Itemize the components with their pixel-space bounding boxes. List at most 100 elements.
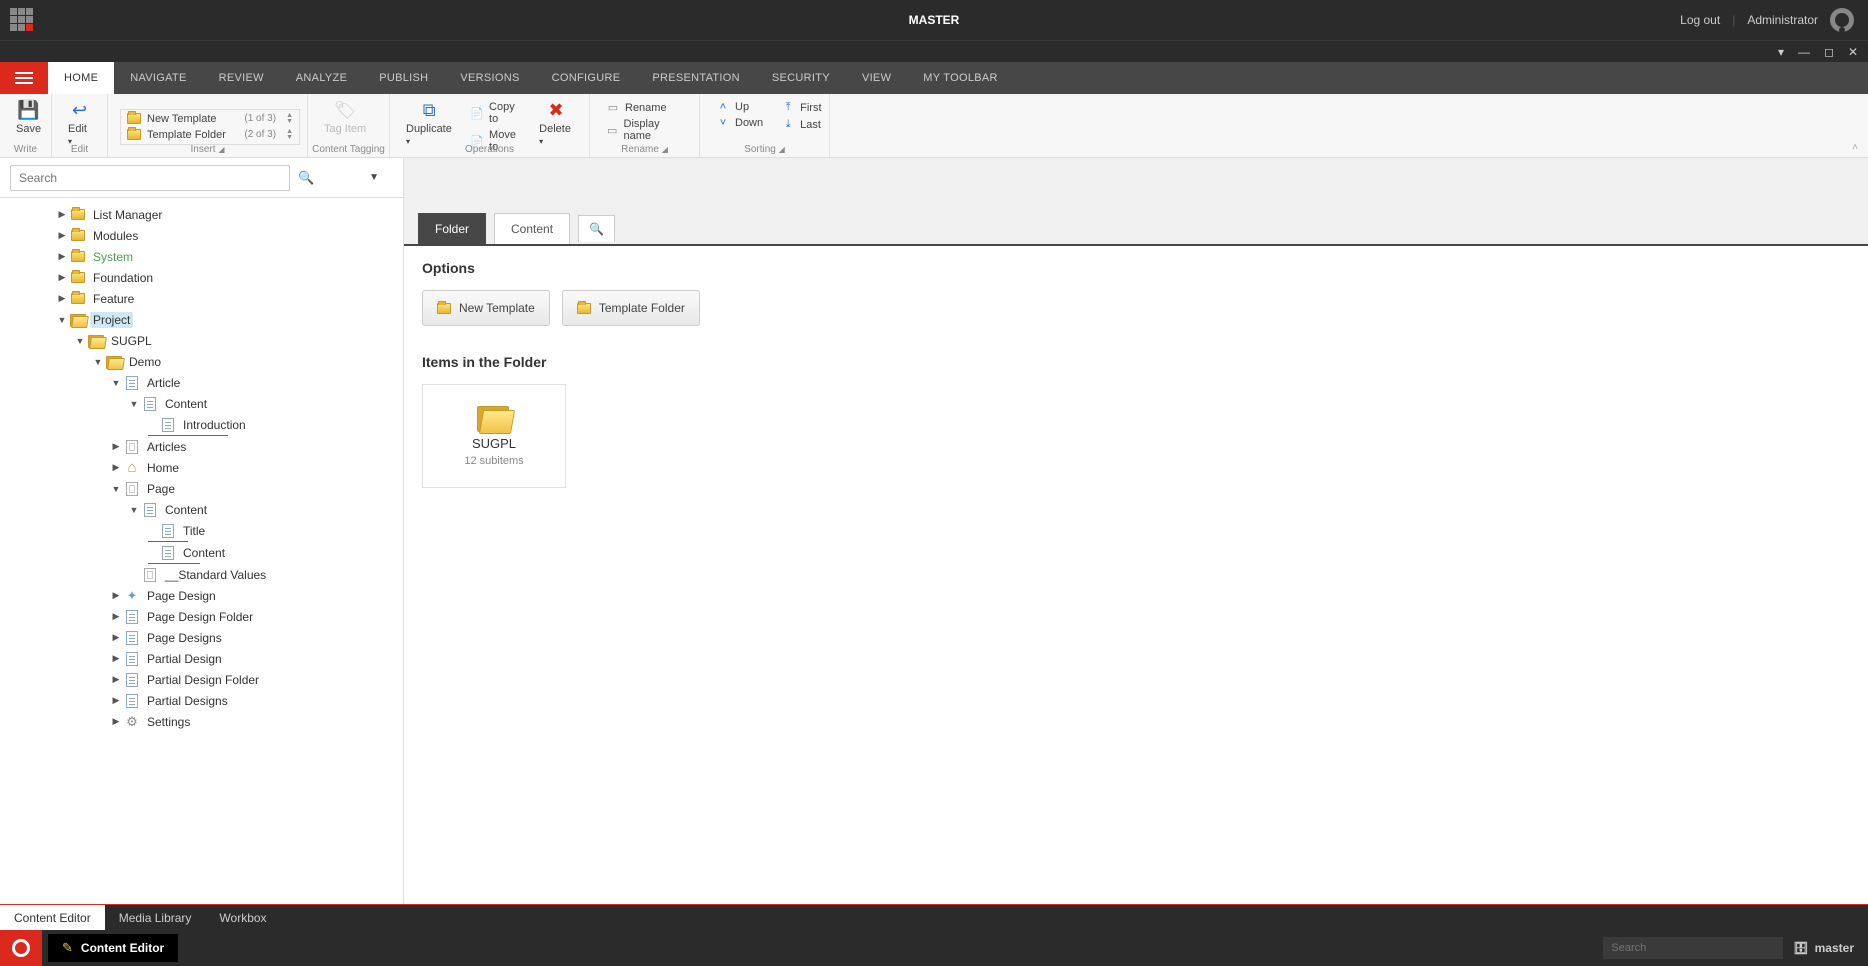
tree-node-feature[interactable]: ▶Feature — [0, 288, 403, 309]
group-label-tagging: Content Tagging — [308, 144, 389, 155]
ribbon-tab-mytoolbar[interactable]: MY TOOLBAR — [907, 62, 1014, 94]
ribbon-expand-icon[interactable]: ˄ — [1852, 142, 1858, 153]
tree-node-settings[interactable]: ▶Settings — [0, 711, 403, 732]
bottom-tab-content-editor[interactable]: Content Editor — [0, 905, 105, 930]
database-title: MASTER — [909, 13, 960, 27]
tree-node-modules[interactable]: ▶Modules — [0, 225, 403, 246]
tree-node-list-manager[interactable]: ▶List Manager — [0, 204, 403, 225]
template-folder-button[interactable]: Template Folder — [562, 290, 700, 326]
tree-node-page-design[interactable]: ▶Page Design — [0, 585, 403, 606]
ribbon-tab-review[interactable]: REVIEW — [203, 62, 280, 94]
ribbon-tab-view[interactable]: VIEW — [846, 62, 907, 94]
ribbon-tab-presentation[interactable]: PRESENTATION — [636, 62, 756, 94]
content-tab-content[interactable]: Content — [494, 213, 570, 244]
tree-node-articles[interactable]: ▶Articles — [0, 436, 403, 457]
copy-to-button[interactable]: 📄Copy to — [466, 100, 525, 126]
insert-list[interactable]: New Template (1 of 3) ▲▼ Template Folder… — [120, 109, 300, 145]
ribbon-tab-navigate[interactable]: NAVIGATE — [114, 62, 202, 94]
search-icon: 🔍 — [589, 222, 604, 236]
tree-node-page-designs[interactable]: ▶Page Designs — [0, 627, 403, 648]
sort-down-button[interactable]: ˅Down — [712, 116, 767, 130]
edit-button[interactable]: ↩ Edit ▾ — [64, 98, 95, 149]
content-editor-badge[interactable]: ✎ Content Editor — [48, 934, 178, 962]
tree-node-demo[interactable]: ▼Demo — [0, 351, 403, 372]
ribbon-tab-home[interactable]: HOME — [48, 62, 114, 94]
sort-last-button[interactable]: ⤓Last — [777, 117, 825, 132]
duplicate-button[interactable]: ⧉ Duplicate ▾ — [402, 98, 456, 149]
save-icon: 💾 — [17, 100, 39, 121]
tree-node-article-content[interactable]: ▼Content — [0, 393, 403, 414]
tree-node-title[interactable]: ▶Title — [0, 520, 403, 541]
content-tab-folder[interactable]: Folder — [418, 213, 486, 244]
tree-node-home[interactable]: ▶Home — [0, 457, 403, 478]
folder-card-subitems: 12 subitems — [464, 455, 523, 467]
bottom-tab-media-library[interactable]: Media Library — [105, 905, 206, 930]
folder-card-sugpl[interactable]: SUGPL 12 subitems — [422, 384, 566, 488]
footer-search-input[interactable] — [1603, 937, 1783, 959]
delete-button[interactable]: ✖ Delete ▾ — [535, 98, 577, 149]
tree-node-page-design-folder[interactable]: ▶Page Design Folder — [0, 606, 403, 627]
tree-node-introduction[interactable]: ▶Introduction — [0, 414, 403, 435]
tag-icon: 🏷 — [334, 100, 357, 121]
content-tabs: Folder Content 🔍 — [404, 198, 1868, 246]
folder-card-name: SUGPL — [472, 436, 516, 451]
tree-node-partial-design-folder[interactable]: ▶Partial Design Folder — [0, 669, 403, 690]
ribbon-tab-configure[interactable]: CONFIGURE — [536, 62, 637, 94]
group-label-operations: Operations — [390, 144, 589, 155]
options-heading: Options — [422, 260, 1850, 276]
tag-item-button: 🏷 Tag Item — [320, 98, 370, 137]
rename-icon: ▭ — [606, 101, 620, 114]
dropdown-icon[interactable]: ▾ — [1778, 45, 1784, 59]
tree-node-foundation[interactable]: ▶Foundation — [0, 267, 403, 288]
search-icon[interactable]: 🔍 — [298, 170, 314, 186]
edit-icon: ↩ — [72, 100, 87, 121]
group-label-insert: Insert ◢ — [108, 144, 307, 155]
tree-node-page-content[interactable]: ▼Content — [0, 499, 403, 520]
folder-icon — [577, 303, 591, 314]
tree-node-standard-values[interactable]: ▶__Standard Values — [0, 564, 403, 585]
tree-node-content-field[interactable]: ▶Content — [0, 542, 403, 563]
sitecore-logo-icon[interactable] — [0, 930, 42, 966]
rename-button[interactable]: ▭Rename — [602, 100, 687, 115]
tree-node-sugpl[interactable]: ▼SUGPL — [0, 330, 403, 351]
group-label-sorting: Sorting ◢ — [700, 144, 829, 155]
ribbon-tab-analyze[interactable]: ANALYZE — [280, 62, 363, 94]
gear-icon — [124, 714, 140, 730]
tree-node-partial-designs[interactable]: ▶Partial Designs — [0, 690, 403, 711]
tree-node-partial-design[interactable]: ▶Partial Design — [0, 648, 403, 669]
tree-node-project[interactable]: ▼Project — [0, 309, 403, 330]
sort-up-button[interactable]: ˄Up — [712, 100, 767, 114]
tree-search-input[interactable] — [10, 165, 290, 191]
ribbon-tab-versions[interactable]: VERSIONS — [444, 62, 535, 94]
minimize-icon[interactable]: — — [1798, 45, 1810, 59]
insert-item-2: Template Folder — [147, 129, 226, 141]
edit-label: Edit — [68, 123, 87, 135]
new-template-button[interactable]: New Template — [422, 290, 550, 326]
bottom-tab-workbox[interactable]: Workbox — [205, 905, 280, 930]
insert-item-1: New Template — [147, 113, 217, 125]
tree-node-page[interactable]: ▼Page — [0, 478, 403, 499]
close-icon[interactable]: ✕ — [1848, 45, 1858, 59]
ribbon-tab-publish[interactable]: PUBLISH — [363, 62, 444, 94]
pencil-icon: ✎ — [62, 940, 73, 956]
user-avatar-icon[interactable] — [1830, 8, 1854, 32]
database-indicator[interactable]: 🗄 master — [1793, 941, 1868, 955]
sort-first-button[interactable]: ⤒First — [777, 100, 825, 115]
hamburger-menu-icon[interactable] — [0, 62, 48, 94]
tree-node-system[interactable]: ▶System — [0, 246, 403, 267]
last-icon: ⤓ — [781, 118, 795, 131]
search-dropdown-icon[interactable]: ▼ — [369, 172, 379, 183]
duplicate-label: Duplicate — [406, 123, 452, 135]
username-label: Administrator — [1747, 13, 1818, 27]
search-row: 🔍 ▼ — [0, 158, 404, 198]
duplicate-icon: ⧉ — [423, 100, 436, 121]
content-tab-search[interactable]: 🔍 — [578, 215, 615, 242]
ribbon-tab-security[interactable]: SECURITY — [756, 62, 846, 94]
logout-link[interactable]: Log out — [1680, 13, 1720, 27]
save-button[interactable]: 💾 Save — [12, 98, 45, 137]
apps-launcher-icon[interactable] — [10, 8, 34, 32]
tree-node-article[interactable]: ▼Article — [0, 372, 403, 393]
maximize-icon[interactable]: ◻ — [1824, 45, 1834, 59]
copy-to-icon: 📄 — [470, 107, 484, 120]
display-name-button[interactable]: ▭Display name — [602, 117, 687, 143]
